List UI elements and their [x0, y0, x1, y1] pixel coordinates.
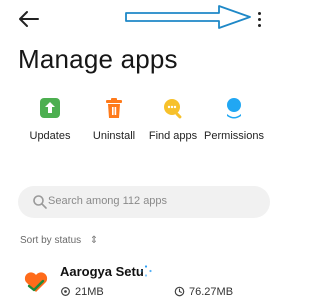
- find-apps-icon: [161, 96, 185, 120]
- more-vert-icon: [258, 12, 261, 15]
- sort-dropdown[interactable]: Sort by status ⇕: [20, 235, 98, 246]
- updates-icon: [38, 96, 62, 120]
- permissions-label: Permissions: [204, 130, 264, 142]
- storage-size-value: 76.27MB: [189, 286, 234, 298]
- search-icon: [33, 195, 47, 209]
- aarogya-setu-app-icon[interactable]: [22, 268, 50, 296]
- uninstall-icon: [102, 96, 126, 120]
- find-apps-button[interactable]: Find apps: [138, 96, 208, 142]
- permissions-button[interactable]: Permissions: [199, 96, 269, 142]
- app-size-value: 21MB: [75, 286, 104, 298]
- more-vert-dot: [258, 18, 261, 21]
- clock-icon: [174, 286, 185, 297]
- more-vert-dot: [258, 24, 261, 27]
- back-arrow-icon: [19, 11, 39, 27]
- loading-spinner-icon: [140, 265, 152, 277]
- chevron-up-down-icon: ⇕: [89, 235, 99, 246]
- search-placeholder: Search among 112 apps: [48, 195, 168, 207]
- storage-size: 76.27MB: [174, 286, 233, 298]
- permissions-icon: [222, 96, 246, 120]
- app-name[interactable]: Aarogya Setu: [60, 264, 144, 279]
- page-title: Manage apps: [18, 44, 178, 74]
- updates-button[interactable]: Updates: [15, 96, 85, 142]
- app-size: 21MB: [60, 286, 104, 298]
- back-button[interactable]: [18, 10, 40, 28]
- more-options-button[interactable]: [256, 10, 264, 30]
- find-apps-label: Find apps: [148, 130, 198, 142]
- sort-label: Sort by status: [20, 235, 82, 246]
- updates-label: Updates: [29, 130, 71, 142]
- search-bar[interactable]: Search among 112 apps: [18, 186, 270, 218]
- gear-icon: [61, 287, 70, 296]
- annotation-arrow: [125, 5, 251, 29]
